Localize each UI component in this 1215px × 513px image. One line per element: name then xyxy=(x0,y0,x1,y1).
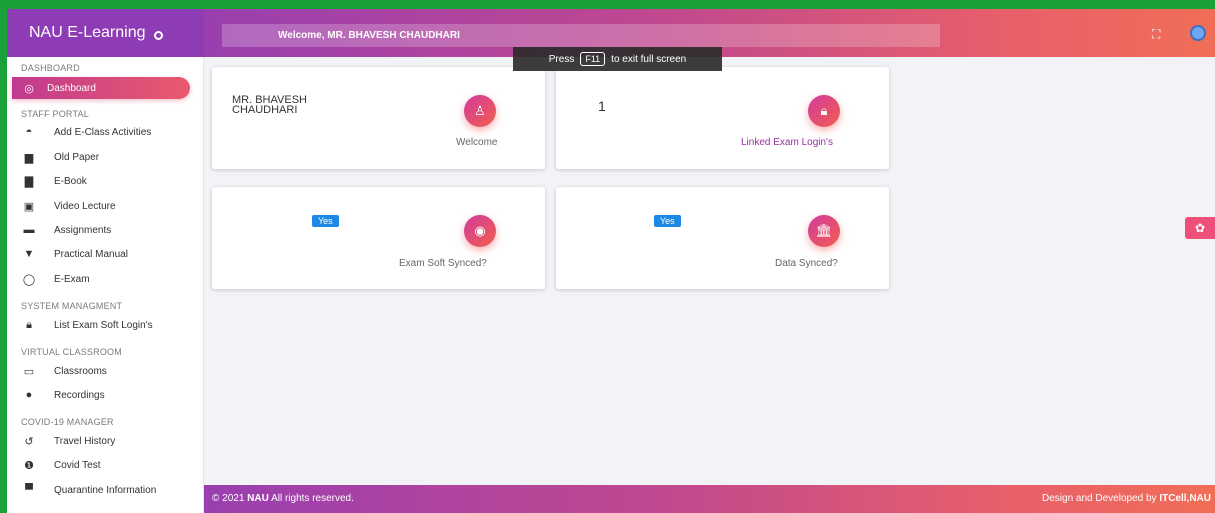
sidebar-item-old-paper[interactable]: ▆ Old Paper xyxy=(7,146,204,168)
brand-title: NAU E-Learning xyxy=(29,24,146,41)
disc-icon: ◯ xyxy=(22,273,36,286)
card-caption: Welcome xyxy=(456,137,498,148)
lock-icon: 🔒︎ xyxy=(26,318,32,331)
history-icon: ↺ xyxy=(24,435,34,448)
sidebar-item-label: Classrooms xyxy=(54,365,107,377)
section-dashboard: DASHBOARD xyxy=(21,63,80,73)
sidebar-item-ebook[interactable]: ▇ E-Book xyxy=(7,170,204,192)
tooltip-key: F11 xyxy=(580,52,606,66)
sidebar-item-list-exam-soft[interactable]: 🔒︎ List Exam Soft Login's xyxy=(7,314,204,336)
sidebar-item-add-eclass[interactable]: ◓ Add E-Class Activities xyxy=(7,121,204,143)
card-caption: Exam Soft Synced? xyxy=(399,258,487,269)
flask-icon: ▼ xyxy=(23,248,35,260)
lock-icon: 🔒︎ xyxy=(808,95,840,127)
radio-dot-icon xyxy=(153,30,163,40)
sidebar-item-label: Video Lecture xyxy=(54,200,116,212)
card-caption[interactable]: Linked Exam Login's xyxy=(741,137,833,148)
fullscreen-tooltip: Press F11 to exit full screen xyxy=(513,47,722,71)
app-root: NAU E-Learning Welcome, MR. BHAVESH CHAU… xyxy=(7,9,1215,513)
sidebar-item-classrooms[interactable]: ▭ Classrooms xyxy=(7,360,204,382)
sidebar-item-label: Covid Test xyxy=(54,459,101,471)
sidebar-item-label: Assignments xyxy=(54,224,112,236)
sidebar-item-label: Practical Manual xyxy=(54,248,128,260)
status-badge: Yes xyxy=(654,215,681,227)
video-icon: ▣ xyxy=(23,200,35,213)
sidebar-item-recordings[interactable]: ● Recordings xyxy=(7,384,204,406)
eye-icon: ◓ xyxy=(25,126,33,138)
laptop-icon: ▭ xyxy=(23,365,35,378)
footer-credit-org[interactable]: ITCell,NAU xyxy=(1159,493,1211,504)
sidebar-item-label: E-Exam xyxy=(54,273,90,285)
sidebar-item-covid-test[interactable]: ❶ Covid Test xyxy=(7,454,204,476)
sidebar-item-label: E-Book xyxy=(54,175,87,187)
file-icon: ▆ xyxy=(24,151,34,164)
settings-gear-button[interactable]: ✿ xyxy=(1185,217,1215,239)
footer-org: NAU xyxy=(247,493,269,504)
sidebar-item-eexam[interactable]: ◯ E-Exam xyxy=(7,268,204,290)
user-icon: ♙ xyxy=(464,95,496,127)
save-icon: ▇ xyxy=(24,175,34,188)
card-data-synced: Yes 🏛︎ Data Synced? xyxy=(556,187,889,289)
card-welcome: MR. BHAVESH CHAUDHARI ♙ Welcome xyxy=(212,67,545,169)
sidebar-item-label: Add E-Class Activities xyxy=(54,126,152,138)
sidebar-item-quarantine[interactable]: ▀ Quarantine Information xyxy=(7,479,204,501)
sidebar-item-video-lecture[interactable]: ▣ Video Lecture xyxy=(7,195,204,217)
sidebar-item-label: Quarantine Information xyxy=(54,484,157,496)
section-system-managment: SYSTEM MANAGMENT xyxy=(21,301,123,311)
user-name: MR. BHAVESH CHAUDHARI xyxy=(232,94,307,116)
sidebar-item-dashboard[interactable]: ◎ Dashboard xyxy=(12,77,190,99)
user-avatar[interactable] xyxy=(1190,25,1206,41)
sidebar-item-label: Dashboard xyxy=(47,82,96,94)
card-exam-soft-synced: Yes ◉ Exam Soft Synced? xyxy=(212,187,545,289)
footer-copyright: © 2021 NAU All rights reserved. xyxy=(212,493,354,504)
alert-icon: ❶ xyxy=(24,459,34,472)
linked-count: 1 xyxy=(598,98,606,114)
tooltip-press: Press xyxy=(548,53,575,65)
section-staff-portal: STAFF PORTAL xyxy=(21,109,89,119)
id-card-icon: ▀ xyxy=(25,484,33,496)
card-linked-exam[interactable]: 1 🔒︎ Linked Exam Login's xyxy=(556,67,889,169)
sidebar-item-travel-history[interactable]: ↺ Travel History xyxy=(7,430,204,452)
tooltip-rest: to exit full screen xyxy=(611,53,687,65)
sidebar-item-label: List Exam Soft Login's xyxy=(54,319,153,331)
sync-icon: ◉ xyxy=(464,215,496,247)
gear-icon: ✿ xyxy=(1194,221,1206,235)
status-badge: Yes xyxy=(312,215,339,227)
sidebar-item-label: Old Paper xyxy=(54,151,100,163)
welcome-banner: Welcome, MR. BHAVESH CHAUDHARI xyxy=(222,24,940,47)
fullscreen-icon[interactable]: ⛶ xyxy=(1152,27,1160,42)
palette-icon: ◎ xyxy=(24,82,34,95)
footer-credit: Design and Developed by ITCell,NAU xyxy=(1042,493,1211,504)
sidebar-item-label: Recordings xyxy=(54,389,105,401)
card-caption: Data Synced? xyxy=(775,258,838,269)
section-covid: COVID-19 MANAGER xyxy=(21,417,114,427)
folder-icon: ▬ xyxy=(23,224,35,236)
footer: © 2021 NAU All rights reserved. Design a… xyxy=(204,485,1215,513)
bank-icon: 🏛︎ xyxy=(808,215,840,247)
sidebar: DASHBOARD ◎ Dashboard STAFF PORTAL ◓ Add… xyxy=(7,57,204,513)
brand[interactable]: NAU E-Learning xyxy=(7,9,204,57)
sidebar-item-assignments[interactable]: ▬ Assignments xyxy=(7,219,204,241)
sidebar-item-practical-manual[interactable]: ▼ Practical Manual xyxy=(7,243,204,265)
record-icon: ● xyxy=(25,389,33,401)
sidebar-item-label: Travel History xyxy=(54,435,116,447)
section-virtual-classroom: VIRTUAL CLASSROOM xyxy=(21,347,122,357)
